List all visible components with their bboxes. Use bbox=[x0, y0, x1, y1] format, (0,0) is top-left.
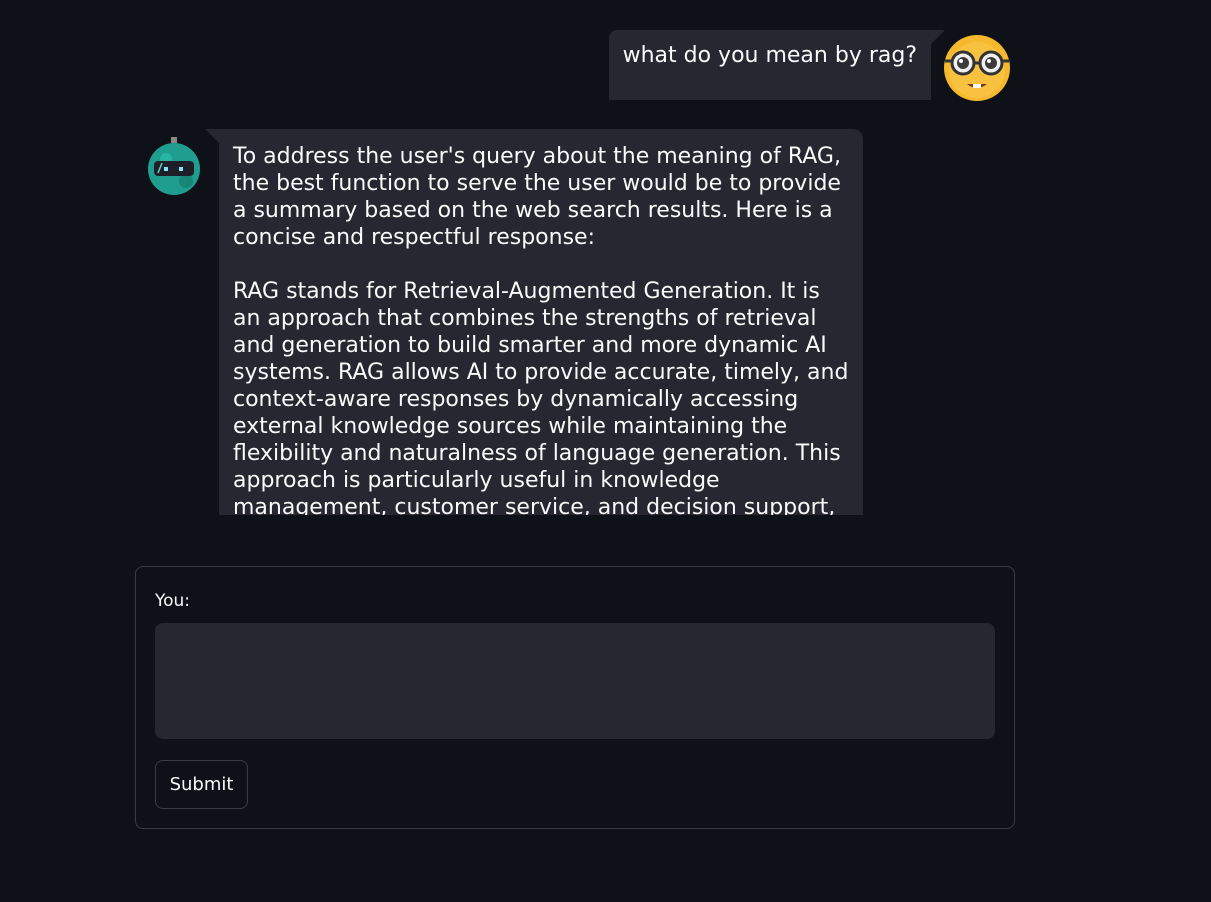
bot-message-paragraph: RAG stands for Retrieval-Augmented Gener… bbox=[233, 279, 849, 515]
user-message-row: what do you mean by rag? bbox=[608, 30, 1011, 102]
robot-icon bbox=[144, 135, 204, 195]
user-message-bubble: what do you mean by rag? bbox=[608, 30, 946, 100]
bot-message-row: To address the user's query about the me… bbox=[144, 129, 863, 515]
message-input[interactable] bbox=[155, 623, 995, 739]
input-label: You: bbox=[155, 591, 191, 611]
chat-input-form: You: Submit bbox=[135, 566, 1015, 829]
chat-area: what do you mean by rag? To address the … bbox=[0, 0, 1211, 530]
user-message-text: what do you mean by rag? bbox=[622, 43, 917, 68]
submit-button[interactable]: Submit bbox=[155, 760, 248, 809]
nerd-face-icon bbox=[943, 34, 1011, 102]
bot-message-bubble: To address the user's query about the me… bbox=[205, 129, 863, 515]
bot-message-content: To address the user's query about the me… bbox=[219, 129, 863, 515]
bot-message-paragraph: To address the user's query about the me… bbox=[233, 144, 841, 250]
